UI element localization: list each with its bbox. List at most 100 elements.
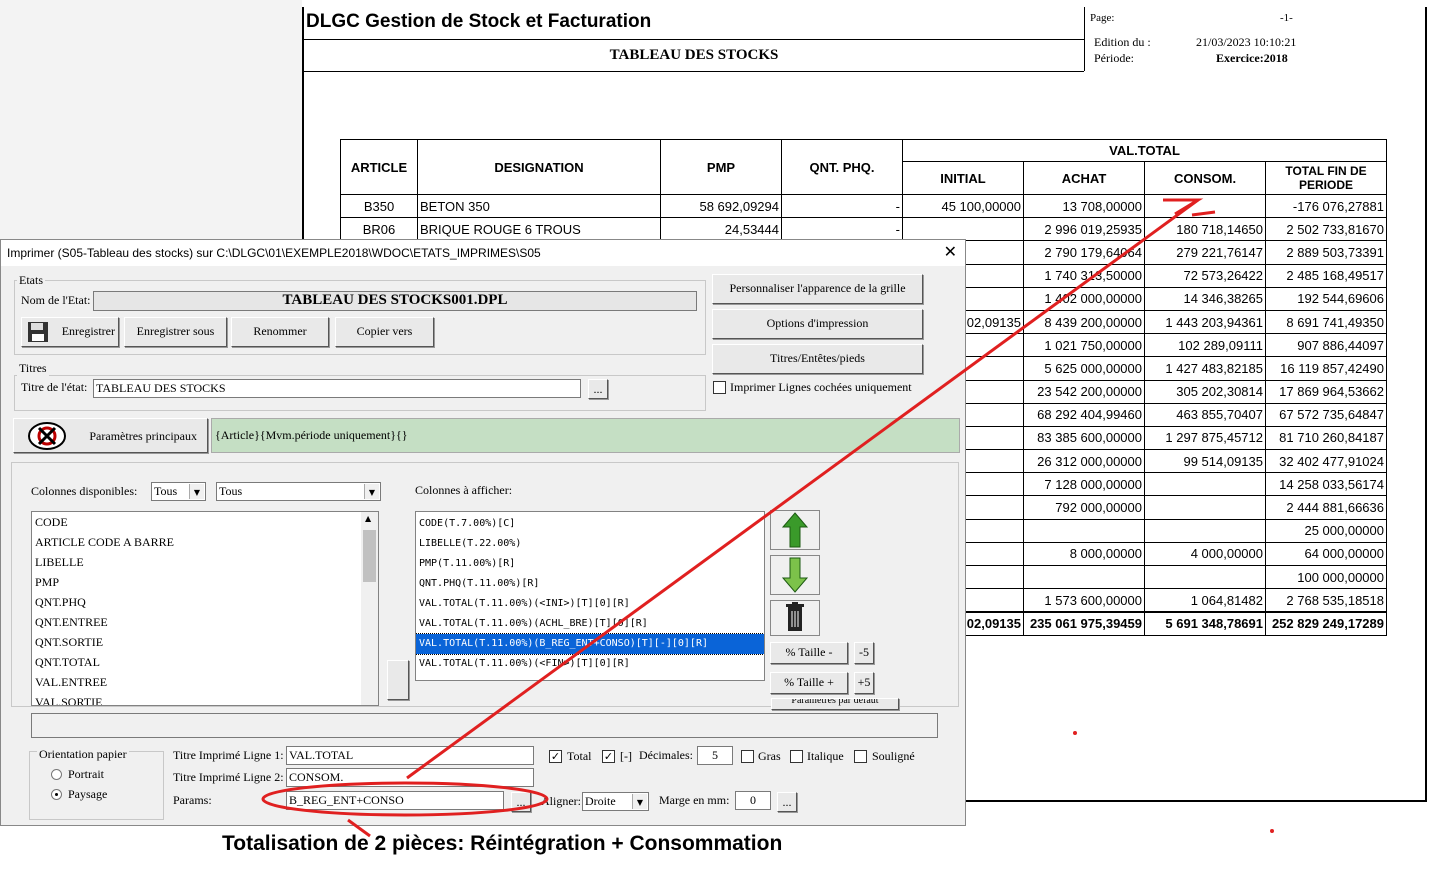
- scrollbar-thumb[interactable]: [363, 530, 376, 582]
- close-icon[interactable]: ✕: [944, 242, 957, 261]
- colonnes-filter-1[interactable]: Tous ▼: [151, 482, 206, 501]
- params-label: Params:: [173, 793, 212, 807]
- header-qnt: QNT. PHQ.: [781, 139, 903, 195]
- cell-article: B350: [340, 193, 418, 219]
- cell-consom: 279 221,76147: [1144, 240, 1266, 265]
- move-down-button[interactable]: [770, 555, 820, 595]
- marge-stepper[interactable]: 0: [735, 791, 771, 810]
- cell-pmp: 24,53444: [660, 217, 782, 242]
- colonnes-disponibles-label: Colonnes disponibles:: [31, 484, 138, 498]
- available-column-item[interactable]: VAL.SORTIE: [32, 692, 378, 705]
- portrait-label: Portrait: [68, 767, 104, 781]
- cell-consom: 463 855,70407: [1144, 402, 1266, 427]
- divider: [304, 39, 1084, 40]
- gras-checkbox[interactable]: [741, 750, 754, 763]
- report-app-title: DLGC Gestion de Stock et Facturation: [306, 11, 652, 32]
- shown-column-item[interactable]: VAL.TOTAL(T.11.00%)(<FIN>)[T][0][R]: [416, 654, 764, 674]
- divider: [304, 71, 1084, 72]
- copier-vers-button[interactable]: Copier vers: [335, 317, 434, 347]
- cell-achat: 792 000,00000: [1023, 495, 1145, 520]
- shown-column-item[interactable]: VAL.TOTAL(T.11.00%)(B_REG_ENT+CONSO)[T][…: [416, 633, 764, 655]
- cell-consom: [1144, 495, 1266, 520]
- parametres-principaux-label: Paramètres principaux: [89, 429, 197, 443]
- shown-column-item[interactable]: CODE(T.7.00%)[C]: [416, 514, 764, 534]
- portrait-radio[interactable]: [51, 769, 62, 780]
- lignes-cochees-checkbox[interactable]: [713, 381, 726, 394]
- enregistrer-sous-button[interactable]: Enregistrer sous: [124, 317, 227, 347]
- minus-5-button[interactable]: -5: [854, 642, 874, 664]
- dash-checkbox[interactable]: ✓: [602, 750, 615, 763]
- transfer-button[interactable]: [387, 660, 409, 700]
- ligne2-field[interactable]: CONSOM.: [286, 768, 534, 787]
- cell-total: 2 444 881,66636: [1265, 495, 1387, 520]
- marge-browse-button[interactable]: ...: [777, 792, 797, 812]
- orientation-label: Orientation papier: [37, 747, 129, 762]
- delete-column-button[interactable]: [770, 600, 820, 636]
- available-column-item[interactable]: LIBELLE: [32, 552, 378, 572]
- ligne1-field[interactable]: VAL.TOTAL: [286, 746, 534, 765]
- available-column-item[interactable]: PMP: [32, 572, 378, 592]
- personnaliser-grille-button[interactable]: Personnaliser l'apparence de la grille: [712, 274, 923, 304]
- italique-label: Italique: [807, 749, 844, 763]
- total-checkbox[interactable]: ✓: [549, 750, 562, 763]
- enregistrer-label: Enregistrer: [61, 324, 115, 338]
- available-column-item[interactable]: ARTICLE CODE A BARRE: [32, 532, 378, 552]
- enregistrer-button[interactable]: Enregistrer: [21, 317, 119, 347]
- available-column-item[interactable]: QNT.ENTREE: [32, 612, 378, 632]
- cell-achat: 8 439 200,00000: [1023, 309, 1145, 335]
- available-column-item[interactable]: QNT.PHQ: [32, 592, 378, 612]
- cell-total: 25 000,00000: [1265, 518, 1387, 543]
- renommer-button[interactable]: Renommer: [231, 317, 329, 347]
- cell-designation: BRIQUE ROUGE 6 TROUS: [417, 217, 661, 242]
- floppy-disk-icon: [28, 322, 48, 342]
- params-browse-button[interactable]: ...: [511, 792, 531, 812]
- taille-minus-button[interactable]: % Taille -: [770, 642, 848, 664]
- cell-consom: 4 000,00000: [1144, 541, 1266, 567]
- periode-value: Exercice:2018: [1216, 51, 1288, 65]
- cell-qnt: -: [781, 217, 903, 242]
- titre-etat-field[interactable]: TABLEAU DES STOCKS: [93, 379, 581, 398]
- plus-5-button[interactable]: +5: [854, 672, 874, 694]
- colonnes-filter-2[interactable]: Tous ▼: [216, 482, 381, 501]
- italique-checkbox[interactable]: [790, 750, 803, 763]
- decimales-stepper[interactable]: 5: [697, 746, 733, 765]
- parametres-principaux-button[interactable]: Paramètres principaux: [13, 418, 208, 453]
- souligne-checkbox[interactable]: [854, 750, 867, 763]
- scroll-up-icon[interactable]: ▲: [365, 514, 371, 523]
- shown-column-item[interactable]: LIBELLE(T.22.00%): [416, 534, 764, 554]
- cell-achat: 7 128 000,00000: [1023, 472, 1145, 497]
- options-impression-button[interactable]: Options d'impression: [712, 309, 923, 339]
- aligner-label: Aligner:: [541, 794, 581, 808]
- cell-consom: 72 573,26422: [1144, 263, 1266, 288]
- shown-column-item[interactable]: PMP(T.11.00%)[R]: [416, 554, 764, 574]
- taille-plus-button[interactable]: % Taille +: [770, 672, 848, 694]
- parametres-defaut-button[interactable]: Paramètres par défaut: [771, 698, 899, 710]
- paysage-radio[interactable]: [51, 789, 62, 800]
- available-column-item[interactable]: CODE: [32, 512, 378, 532]
- chevron-down-icon: ▼: [189, 484, 204, 499]
- available-column-item[interactable]: QNT.TOTAL: [32, 652, 378, 672]
- cell-achat: [1023, 518, 1145, 543]
- cell-achat: 8 000,00000: [1023, 541, 1145, 567]
- move-up-button[interactable]: [770, 510, 820, 550]
- titre-etat-browse-button[interactable]: ...: [588, 379, 608, 399]
- parametres-principaux-summary: {Article}{Mvm.période uniquement}{}: [211, 418, 960, 453]
- stock-row: BR06 BRIQUE ROUGE 6 TROUS 24,53444- 2 996 0…: [340, 217, 1387, 242]
- cell-consom: 1 064,81482: [1144, 588, 1266, 613]
- colonnes-disponibles-list[interactable]: CODE ARTICLE CODE A BARRE LIBELLE PMP QNT.PH…: [31, 511, 379, 706]
- aligner-select[interactable]: Droite ▼: [582, 792, 649, 811]
- scrollbar[interactable]: ▲: [361, 512, 378, 705]
- shown-column-item[interactable]: VAL.TOTAL(T.11.00%)(<INI>)[T][0][R]: [416, 594, 764, 614]
- colonnes-afficher-list[interactable]: CODE(T.7.00%)[C] LIBELLE(T.22.00%) PMP(T.1…: [415, 511, 765, 681]
- shown-column-item[interactable]: QNT.PHQ(T.11.00%)[R]: [416, 574, 764, 594]
- total-consom: 5 691 348,78691: [1144, 610, 1266, 636]
- params-field[interactable]: B_REG_ENT+CONSO: [286, 791, 504, 810]
- shown-column-item[interactable]: VAL.TOTAL(T.11.00%)(ACHL_BRE)[T][0][R]: [416, 614, 764, 634]
- cell-total: 8 691 741,49350: [1265, 309, 1387, 335]
- available-column-item[interactable]: VAL.ENTREE: [32, 672, 378, 692]
- arrow-up-icon: [781, 512, 809, 548]
- titres-entetes-button[interactable]: Titres/Entêtes/pieds: [712, 344, 923, 374]
- nom-etat-field[interactable]: TABLEAU DES STOCKS001.DPL: [93, 291, 697, 311]
- available-column-item[interactable]: QNT.SORTIE: [32, 632, 378, 652]
- titre-etat-label: Titre de l'état:: [21, 380, 88, 394]
